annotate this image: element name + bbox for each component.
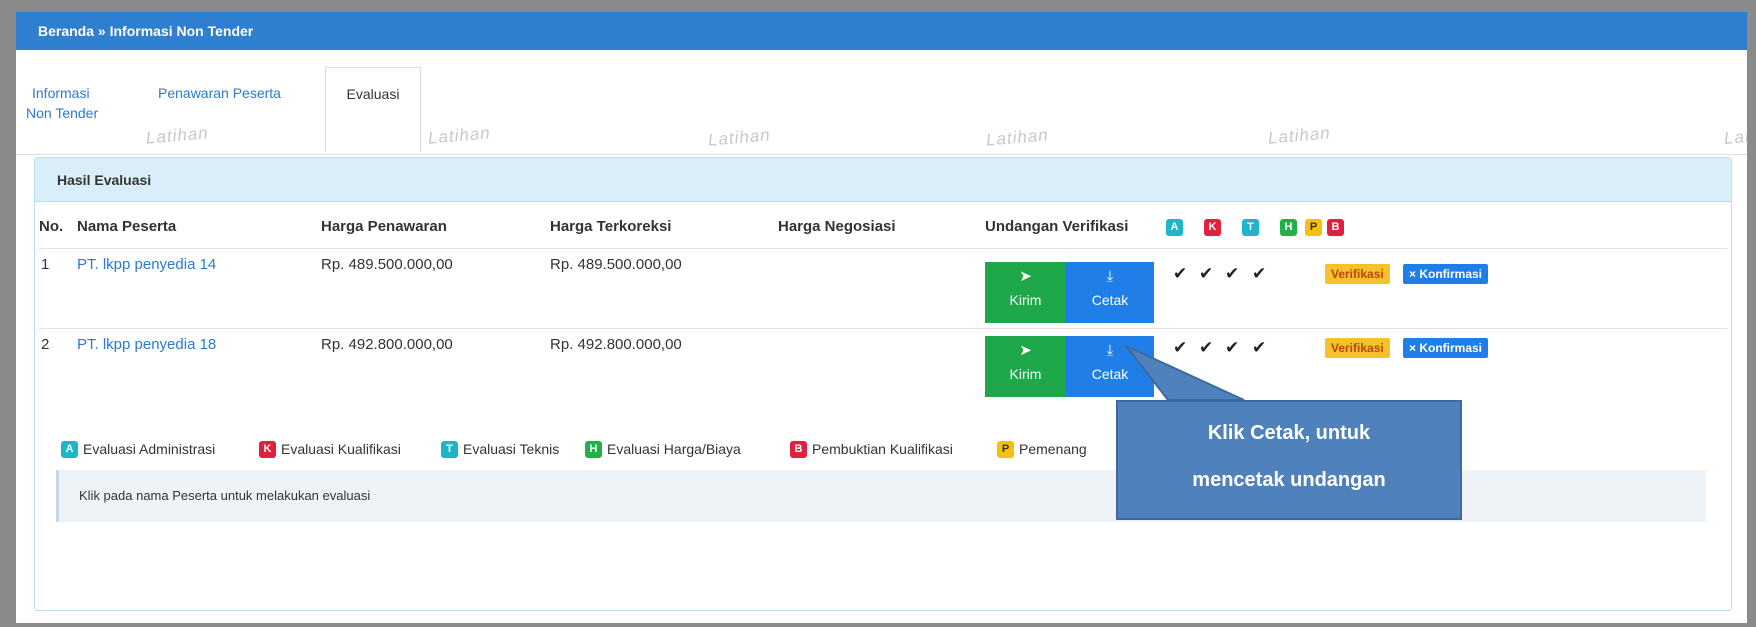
badge-a-administrasi: A [1166, 219, 1183, 236]
row-2-no: 2 [41, 336, 50, 353]
badge-k-kualifikasi: K [1204, 219, 1221, 236]
check-icon: ✔ [1199, 264, 1214, 283]
tab-informasi-line1: Informasi [32, 85, 90, 101]
legend-pemenang: Pemenang [1019, 441, 1087, 457]
col-harga-negosiasi: Harga Negosiasi [778, 218, 896, 235]
badge-t-teknis: T [1242, 219, 1259, 236]
legend-badge-b: B [790, 441, 807, 458]
legend-badge-h: H [585, 441, 602, 458]
panel-title: Hasil Evaluasi [35, 158, 1731, 202]
watermark: Latihan [1723, 127, 1748, 148]
row-divider [39, 248, 1727, 249]
row-2-konfirmasi-button[interactable]: × Konfirmasi [1403, 338, 1489, 358]
legend-badge-k: K [259, 441, 276, 458]
legend-pembuktian-kualifikasi: Pembuktian Kualifikasi [812, 441, 953, 457]
row-2-verifikasi-badge[interactable]: Verifikasi [1325, 338, 1390, 358]
row-1-cetak-button[interactable]: ⤓ Cetak [1066, 262, 1154, 323]
callout-line-2: mencetak undangan [1192, 469, 1386, 491]
download-icon: ⤓ [1106, 268, 1114, 285]
tab-penawaran-peserta[interactable]: Penawaran Peserta [158, 83, 281, 103]
row-1-no: 1 [41, 256, 50, 273]
watermark: Latihan [1267, 123, 1332, 148]
row-1-kirim-button[interactable]: ➤ Kirim [985, 262, 1066, 323]
watermark: Latihan [145, 123, 210, 148]
kirim-label: Kirim [1009, 366, 1042, 382]
screen-frame: Beranda » Informasi Non Tender Informasi… [0, 0, 1756, 627]
row-1-konfirmasi-button[interactable]: × Konfirmasi [1403, 264, 1489, 284]
row-2-kirim-button[interactable]: ➤ Kirim [985, 336, 1066, 397]
tab-evaluasi[interactable]: Evaluasi [325, 67, 421, 153]
row-1-nama-peserta-link[interactable]: PT. lkpp penyedia 14 [77, 256, 216, 273]
hasil-evaluasi-panel: Hasil Evaluasi No. Nama Peserta Harga Pe… [34, 157, 1732, 611]
badge-b-pembuktian: B [1327, 219, 1344, 236]
paper-plane-icon: ➤ [1019, 268, 1032, 285]
callout-line-1: Klik Cetak, untuk [1207, 422, 1371, 444]
tab-informasi-non-tender[interactable]: Informasi Non Tender [26, 83, 98, 123]
col-nama-peserta: Nama Peserta [77, 218, 177, 235]
legend-badge-t: T [441, 441, 458, 458]
row-1-verifikasi-badge[interactable]: Verifikasi [1325, 264, 1390, 284]
kirim-label: Kirim [1009, 292, 1042, 308]
watermark: Latihan [707, 125, 772, 150]
check-icon: ✔ [1225, 264, 1240, 283]
row-2-nama-peserta-link[interactable]: PT. lkpp penyedia 18 [77, 336, 216, 353]
row-2-harga-penawaran: Rp. 492.800.000,00 [321, 336, 453, 353]
col-undangan-verifikasi: Undangan Verifikasi [985, 218, 1129, 235]
legend-evaluasi-harga-biaya: Evaluasi Harga/Biaya [607, 441, 741, 457]
row-1-harga-penawaran: Rp. 489.500.000,00 [321, 256, 453, 273]
breadcrumb: Beranda » Informasi Non Tender [16, 12, 1747, 50]
page: Beranda » Informasi Non Tender Informasi… [16, 12, 1748, 623]
watermark: Latihan [985, 125, 1050, 150]
legend-badge-p: P [997, 441, 1014, 458]
row-1-harga-terkoreksi: Rp. 489.500.000,00 [550, 256, 682, 273]
cetak-label: Cetak [1091, 292, 1129, 308]
badge-p-pemenang: P [1305, 219, 1322, 236]
col-harga-terkoreksi: Harga Terkoreksi [550, 218, 672, 235]
watermark: Latihan [427, 123, 492, 148]
col-no: No. [39, 218, 64, 235]
tab-bar: Informasi Non Tender Penawaran Peserta E… [16, 54, 1748, 155]
row-divider [39, 328, 1727, 329]
legend-badge-a: A [61, 441, 78, 458]
tab-informasi-line2: Non Tender [26, 105, 99, 121]
legend-evaluasi-kualifikasi: Evaluasi Kualifikasi [281, 441, 401, 457]
row-2-harga-terkoreksi: Rp. 492.800.000,00 [550, 336, 682, 353]
legend-evaluasi-teknis: Evaluasi Teknis [463, 441, 560, 457]
check-icon: ✔ [1252, 264, 1267, 283]
callout-tooltip: Klik Cetak, untuk mencetak undangan [1116, 400, 1462, 520]
badge-h-harga: H [1280, 219, 1297, 236]
check-icon: ✔ [1173, 264, 1188, 283]
legend-evaluasi-administrasi: Evaluasi Administrasi [83, 441, 216, 457]
paper-plane-icon: ➤ [1019, 342, 1032, 359]
col-harga-penawaran: Harga Penawaran [321, 218, 447, 235]
